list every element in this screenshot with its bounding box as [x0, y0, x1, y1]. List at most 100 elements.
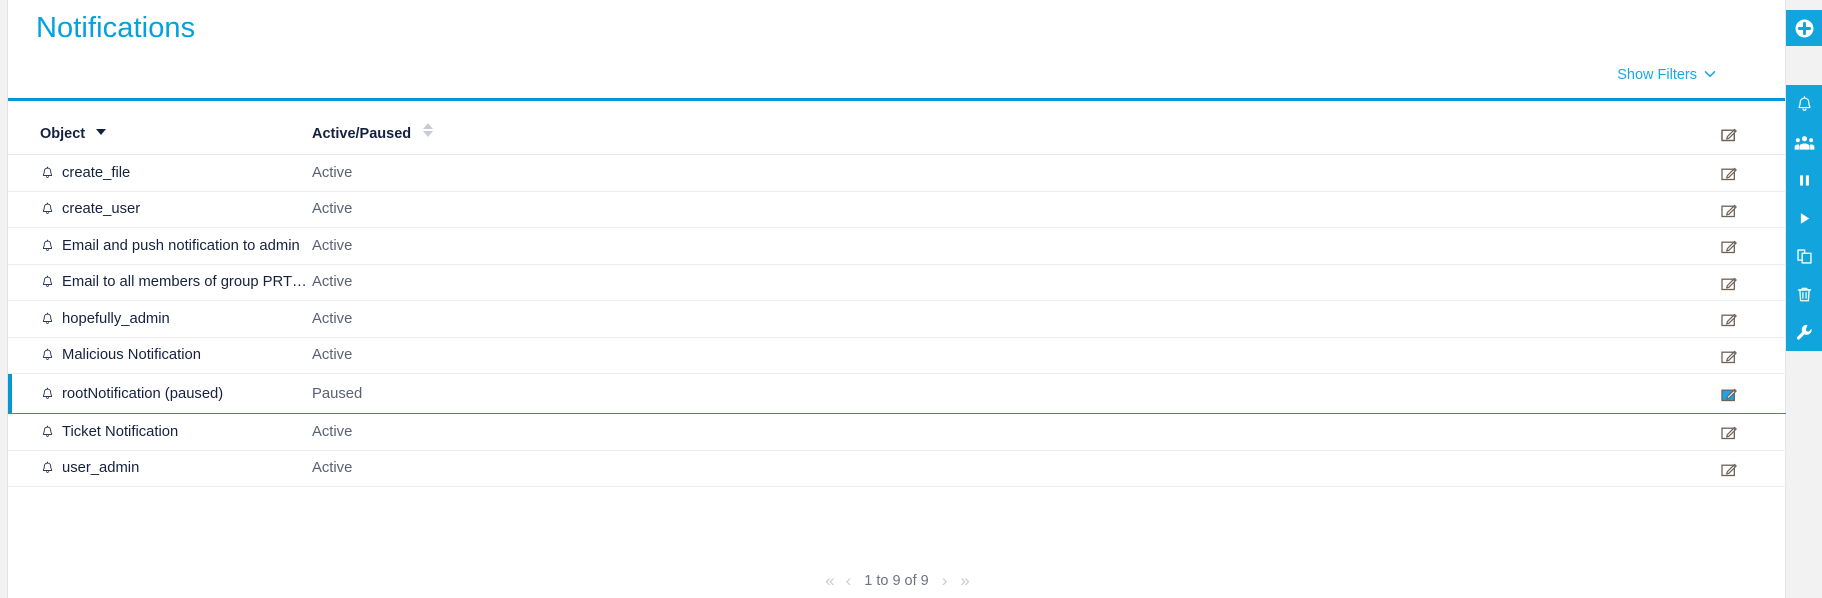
cell-actions — [1427, 264, 1787, 301]
column-header-active-paused[interactable]: Active/Paused — [312, 101, 1427, 155]
pagination-first-button[interactable]: « — [825, 572, 835, 589]
column-header-actions — [1427, 101, 1787, 155]
column-header-object-label: Object — [40, 126, 86, 142]
row-object-label[interactable]: Malicious Notification — [62, 347, 201, 363]
bell-icon — [40, 201, 55, 217]
bell-icon — [40, 460, 55, 476]
cell-actions — [1427, 300, 1787, 338]
users-icon — [1794, 133, 1815, 152]
table-row[interactable]: Email to all members of group PRTG Us… A… — [8, 264, 1787, 301]
bell-icon — [40, 238, 55, 254]
cell-object: Email to all members of group PRTG Us… — [8, 264, 312, 301]
table-header-row: Object Active/Paused — [8, 101, 1787, 155]
sidebar-item-add[interactable] — [1786, 10, 1822, 46]
cell-state: Active — [312, 154, 1427, 192]
edit-icon[interactable] — [1720, 274, 1737, 291]
sidebar-item-pause[interactable] — [1786, 161, 1822, 199]
bell-icon — [40, 347, 55, 363]
cell-state: Active — [312, 264, 1427, 301]
edit-icon[interactable] — [1720, 237, 1737, 254]
notifications-page: Notifications Show Filters Object Active… — [0, 0, 1822, 598]
edit-icon[interactable] — [1720, 460, 1737, 477]
status-label: Active — [312, 201, 353, 218]
row-object-label[interactable]: user_admin — [62, 460, 139, 476]
pagination-prev-button[interactable]: ‹ — [846, 572, 852, 589]
sidebar-action-group — [1786, 85, 1822, 351]
cell-actions — [1427, 413, 1787, 451]
edit-icon[interactable] — [1720, 201, 1737, 218]
status-label: Active — [312, 164, 353, 181]
edit-icon[interactable] — [1720, 125, 1737, 142]
table-row[interactable]: create_user Active — [8, 191, 1787, 228]
cell-actions — [1427, 154, 1787, 192]
caret-down-icon — [96, 129, 107, 135]
cell-actions — [1427, 450, 1787, 487]
sidebar-item-delete[interactable] — [1786, 275, 1822, 313]
edit-icon[interactable] — [1720, 385, 1737, 402]
cell-object: create_file — [8, 154, 312, 192]
page-header: Notifications Show Filters — [8, 0, 1785, 101]
wrench-icon — [1795, 323, 1814, 342]
trash-icon — [1796, 285, 1813, 304]
table-row[interactable]: user_admin Active — [8, 450, 1787, 487]
cell-state: Paused — [312, 373, 1427, 414]
row-object-label[interactable]: Email and push notification to admin — [62, 238, 300, 254]
add-icon — [1794, 18, 1815, 39]
pagination: « ‹ 1 to 9 of 9 › » — [8, 572, 1785, 589]
row-object-label[interactable]: Ticket Notification — [62, 424, 178, 440]
row-object-label[interactable]: rootNotification (paused) — [62, 386, 223, 402]
row-object-label[interactable]: hopefully_admin — [62, 311, 170, 327]
cell-actions — [1427, 191, 1787, 228]
column-header-active-paused-label: Active/Paused — [312, 126, 412, 142]
table-row[interactable]: rootNotification (paused) Paused — [8, 373, 1787, 414]
table-row[interactable]: create_file Active — [8, 154, 1787, 192]
status-label: Active — [312, 460, 353, 477]
pagination-next-button[interactable]: › — [942, 572, 948, 589]
row-object-label[interactable]: Email to all members of group PRTG Us… — [62, 274, 312, 290]
table-row[interactable]: Malicious Notification Active — [8, 337, 1787, 374]
status-label: Paused — [312, 385, 363, 402]
table-row[interactable]: Ticket Notification Active — [8, 413, 1787, 451]
pagination-last-button[interactable]: » — [960, 572, 970, 589]
chevron-down-icon — [1704, 68, 1716, 79]
edit-icon[interactable] — [1720, 347, 1737, 364]
sidebar-item-resume[interactable] — [1786, 199, 1822, 237]
bell-icon — [40, 165, 55, 181]
table-row[interactable]: Email and push notification to admin Act… — [8, 227, 1787, 265]
caret-updown-icon — [423, 123, 434, 137]
sidebar-item-settings[interactable] — [1786, 313, 1822, 351]
notifications-table-wrap: Object Active/Paused create_file Active … — [8, 101, 1787, 487]
sidebar-item-notification[interactable] — [1786, 85, 1822, 123]
bell-icon — [1795, 95, 1814, 114]
cell-state: Active — [312, 337, 1427, 374]
sidebar-item-clone[interactable] — [1786, 237, 1822, 275]
row-object-label[interactable]: create_file — [62, 165, 130, 181]
cell-object: Ticket Notification — [8, 413, 312, 451]
cell-actions — [1427, 227, 1787, 265]
sidebar-item-user-groups[interactable] — [1786, 123, 1822, 161]
status-label: Active — [312, 423, 353, 440]
edit-icon[interactable] — [1720, 164, 1737, 181]
bell-icon — [40, 424, 55, 440]
cell-state: Active — [312, 450, 1427, 487]
row-object-label[interactable]: create_user — [62, 201, 140, 217]
table-row[interactable]: hopefully_admin Active — [8, 300, 1787, 338]
edit-icon[interactable] — [1720, 310, 1737, 327]
pagination-range: 1 to 9 of 9 — [864, 572, 929, 589]
header-edit-action[interactable] — [1427, 125, 1787, 142]
show-filters-toggle[interactable]: Show Filters — [1617, 67, 1716, 83]
edit-icon[interactable] — [1720, 423, 1737, 440]
table-header: Object Active/Paused — [8, 101, 1787, 155]
status-label: Active — [312, 347, 353, 364]
bell-icon — [40, 274, 55, 290]
cell-state: Active — [312, 227, 1427, 265]
status-label: Active — [312, 310, 353, 327]
bell-icon — [40, 311, 55, 327]
cell-actions — [1427, 373, 1787, 414]
cell-state: Active — [312, 413, 1427, 451]
sidebar-top-group — [1786, 10, 1822, 46]
cell-object: user_admin — [8, 450, 312, 487]
status-label: Active — [312, 274, 353, 291]
column-header-object[interactable]: Object — [8, 101, 312, 155]
status-label: Active — [312, 237, 353, 254]
